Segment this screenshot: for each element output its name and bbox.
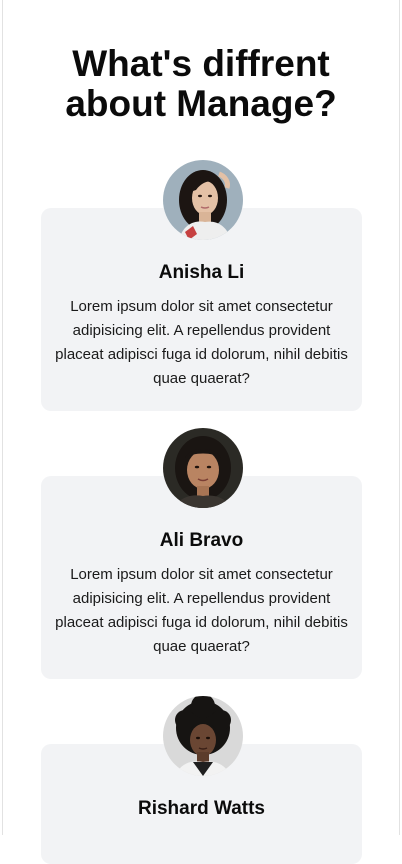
- section-title: What's diffrent about Manage?: [3, 44, 399, 124]
- person-portrait-icon: [163, 696, 243, 776]
- testimonial-text: Lorem ipsum dolor sit amet consectetur a…: [55, 298, 348, 387]
- testimonial-name: Anisha Li: [158, 262, 245, 283]
- avatar: [163, 696, 243, 776]
- testimonial-name: Rishard Watts: [137, 798, 266, 819]
- woman-portrait-icon: [163, 428, 243, 508]
- testimonial-name: Ali Bravo: [159, 530, 244, 551]
- testimonials-section: What's diffrent about Manage? Anisha Li …: [2, 0, 400, 864]
- avatar: [163, 160, 243, 240]
- avatar: [163, 428, 243, 508]
- testimonial-text: Lorem ipsum dolor sit amet consectetur a…: [55, 566, 348, 655]
- section-title-line-1: What's diffrent: [72, 43, 330, 84]
- woman-portrait-icon: [163, 160, 243, 240]
- section-title-line-2: about Manage?: [65, 83, 337, 124]
